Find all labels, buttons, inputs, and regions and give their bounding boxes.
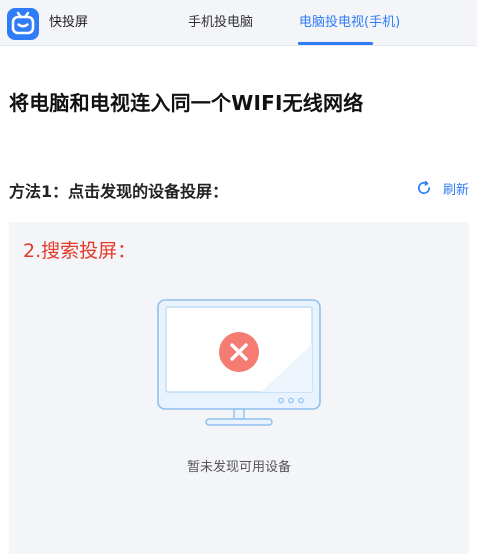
method-title: 方法1：点击发现的设备投屏： (9, 182, 229, 201)
app-window: 快投屏 手机投电脑 电脑投电视(手机) 将电脑和电视连入同一个WIFI无线网络 … (0, 0, 477, 554)
device-panel: 2.搜索投屏： 暂未发现可用设备 (9, 222, 469, 554)
active-tab-indicator (298, 42, 373, 45)
refresh-button[interactable]: 刷新 (416, 178, 469, 198)
search-section-label: 2.搜索投屏： (23, 240, 137, 262)
tab-phone-to-pc[interactable]: 手机投电脑 (188, 14, 253, 32)
tab-pc-to-tv[interactable]: 电脑投电视(手机) (299, 14, 400, 32)
empty-state-text: 暂未发现可用设备 (186, 460, 291, 475)
refresh-label: 刷新 (443, 182, 470, 198)
tv-logo-icon (7, 8, 39, 40)
app-name: 快投屏 (49, 15, 89, 30)
monitor-error-icon (157, 299, 321, 427)
refresh-icon (416, 180, 432, 196)
top-header: 快投屏 手机投电脑 电脑投电视(手机) (0, 0, 477, 46)
page-title: 将电脑和电视连入同一个WIFI无线网络 (9, 91, 364, 115)
